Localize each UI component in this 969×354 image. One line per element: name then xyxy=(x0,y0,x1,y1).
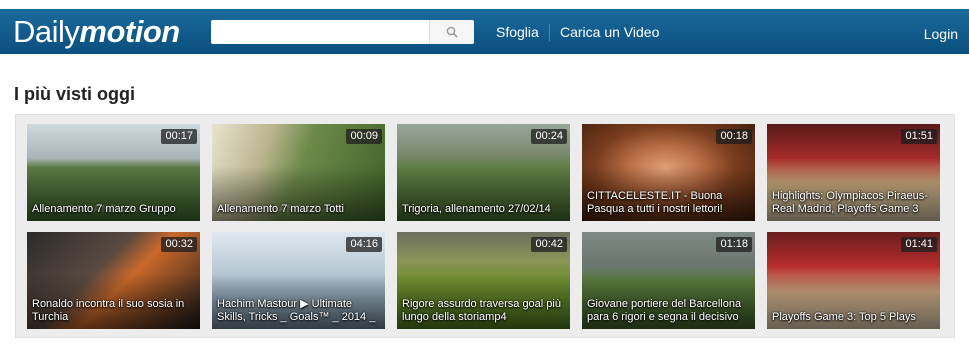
search-button[interactable] xyxy=(429,20,474,44)
nav-divider xyxy=(549,24,550,41)
video-duration: 01:18 xyxy=(716,237,752,252)
video-duration: 00:24 xyxy=(531,129,567,144)
search-icon xyxy=(446,26,458,38)
video-card[interactable]: ROMANEWS.EU00:17Allenamento 7 marzo Grup… xyxy=(27,124,200,221)
video-duration: 00:17 xyxy=(161,129,197,144)
video-card[interactable]: ROMANEWS.EU00:09Allenamento 7 marzo Tott… xyxy=(212,124,385,221)
video-grid-panel: ROMANEWS.EU00:17Allenamento 7 marzo Grup… xyxy=(15,114,955,338)
search-input[interactable] xyxy=(211,20,423,44)
video-card[interactable]: 01:18 Giovane portiere del Barcellona par… xyxy=(582,232,755,329)
video-duration: 01:41 xyxy=(901,237,937,252)
video-duration: 04:16 xyxy=(346,237,382,252)
video-duration: 00:42 xyxy=(531,237,567,252)
video-duration: 00:32 xyxy=(161,237,197,252)
video-title[interactable]: Highlights: Olympiacos Piraeus-Real Madr… xyxy=(772,190,935,216)
section-title: I più visti oggi xyxy=(14,84,135,104)
video-card[interactable]: 01:41 Playoffs Game 3: Top 5 Plays xyxy=(767,232,940,329)
video-title[interactable]: Allenamento 7 marzo Totti xyxy=(217,203,380,216)
nav-upload-video[interactable]: Carica un Video xyxy=(560,23,659,41)
video-card[interactable]: 00:24 Trigoria, allenamento 27/02/14 xyxy=(397,124,570,221)
video-title[interactable]: CITTACELESTE.IT - Buona Pasqua a tutti i… xyxy=(587,190,750,216)
video-title[interactable]: Trigoria, allenamento 27/02/14 xyxy=(402,203,565,216)
login-link[interactable]: Login xyxy=(924,25,958,43)
video-title[interactable]: Ronaldo incontra il suo sosia in Turchia xyxy=(32,298,195,324)
video-card[interactable]: 01:51 Highlights: Olympiacos Piraeus-Real… xyxy=(767,124,940,221)
search-box xyxy=(211,20,474,44)
video-duration: 00:18 xyxy=(716,129,752,144)
video-title[interactable]: Allenamento 7 marzo Gruppo xyxy=(32,203,195,216)
video-title[interactable]: Rigore assurdo traversa goal più lungo d… xyxy=(402,298,565,324)
video-card[interactable]: 00:32 Ronaldo incontra il suo sosia in Tu… xyxy=(27,232,200,329)
video-title[interactable]: Playoffs Game 3: Top 5 Plays xyxy=(772,311,935,324)
top-bar: Dailymotion Sfoglia Carica un Video Logi… xyxy=(0,9,969,54)
video-duration: 01:51 xyxy=(901,129,937,144)
video-card[interactable]: 00:42 Rigore assurdo traversa goal più lu… xyxy=(397,232,570,329)
video-title[interactable]: Giovane portiere del Barcellona para 6 r… xyxy=(587,298,750,324)
video-card[interactable]: 04:16 Hachim Mastour ▶ Ultimate Skills, T… xyxy=(212,232,385,329)
video-card[interactable]: 00:18 CITTACELESTE.IT - Buona Pasqua a tu… xyxy=(582,124,755,221)
video-title[interactable]: Hachim Mastour ▶ Ultimate Skills, Tricks… xyxy=(217,298,380,324)
video-duration: 00:09 xyxy=(346,129,382,144)
dailymotion-logo[interactable]: Dailymotion xyxy=(13,15,180,49)
nav-browse[interactable]: Sfoglia xyxy=(496,23,539,41)
